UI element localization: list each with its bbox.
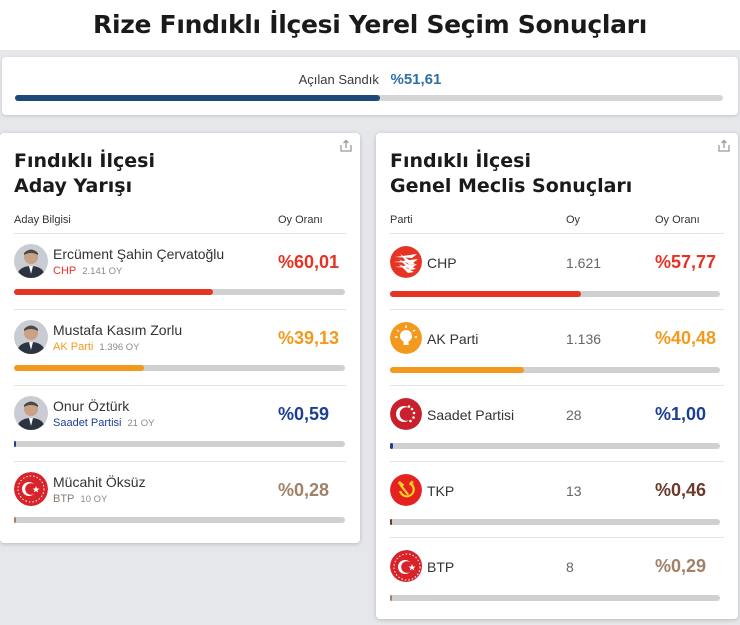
share-icon[interactable]	[716, 139, 732, 153]
party-votes: 1.136	[566, 331, 602, 347]
party-votes: 1.621	[566, 255, 602, 271]
candidate-name: Ercüment Şahin Çervatoğlu	[53, 246, 225, 262]
party-votes: 8	[566, 559, 574, 575]
candidate-sub: AK Parti 1.396 OY	[53, 341, 140, 353]
candidate-row: Ercüment Şahin Çervatoğlu CHP 2.141 OY %60,…	[0, 234, 360, 310]
party-name: Saadet Partisi	[427, 407, 515, 423]
candidate-sub: BTP 10 OY	[53, 493, 107, 505]
candidate-bar-track	[14, 289, 345, 295]
candidate-name: Mücahit Öksüz	[53, 474, 146, 490]
party-row: Saadet Partisi 28 %1,00	[376, 386, 738, 462]
party-row: TKP 13 %0,46	[376, 462, 738, 538]
party-row: CHP 1.621 %57,77	[376, 234, 738, 310]
candidate-bar-fill	[14, 517, 17, 523]
akparti-logo-icon	[390, 322, 422, 354]
candidate-sub: Saadet Partisi 21 OY	[53, 417, 154, 429]
party-name: BTP	[427, 559, 455, 575]
header-bar: Rize Fındıklı İlçesi Yerel Seçim Sonuçla…	[0, 0, 740, 50]
btp-logo-icon	[390, 550, 422, 582]
candidate-party: Saadet Partisi	[53, 417, 122, 429]
party-bar-fill	[390, 291, 581, 297]
candidate-percentage: %0,59	[278, 404, 330, 424]
party-bar-track	[390, 291, 720, 297]
candidate-name: Onur Öztürk	[53, 398, 130, 414]
col-header-votes: Oy	[566, 214, 581, 226]
party-name: TKP	[427, 483, 455, 499]
candidate-party: AK Parti	[53, 341, 94, 353]
party-percentage: %0,29	[655, 556, 707, 576]
saadet-logo-icon	[390, 398, 422, 430]
candidate-avatar	[14, 244, 48, 278]
candidate-bar-track	[14, 517, 345, 523]
tkp-logo-icon	[390, 474, 422, 506]
party-bar-fill	[390, 595, 393, 601]
candidate-percentage: %0,28	[278, 480, 330, 500]
candidate-party: CHP	[53, 265, 77, 277]
opened-label: Açılan Sandık	[298, 72, 379, 87]
opened-ballot-row: Açılan Sandık %51,61	[2, 71, 738, 88]
candidate-row: Onur Öztürk Saadet Partisi 21 OY %0,59	[0, 386, 360, 462]
party-bar-track	[390, 595, 720, 601]
party-bar-fill	[390, 443, 394, 449]
candidate-bar-track	[14, 441, 345, 447]
party-percentage: %0,46	[655, 480, 707, 500]
candidate-row: Mücahit Öksüz BTP 10 OY %0,28	[0, 462, 360, 538]
party-percentage: %57,77	[655, 252, 717, 272]
party-votes: 13	[566, 483, 582, 499]
candidate-votes: 2.141 OY	[82, 266, 123, 277]
council-card-title-line1: Fındıklı İlçesi	[390, 150, 531, 172]
party-name: CHP	[427, 255, 457, 271]
candidate-party: BTP	[53, 493, 75, 505]
party-votes: 28	[566, 407, 582, 423]
candidate-bar-track	[14, 365, 345, 371]
party-bar-track	[390, 519, 720, 525]
candidate-row: Mustafa Kasım Zorlu AK Parti 1.396 OY %39,1…	[0, 310, 360, 386]
council-results-card: Fındıklı İlçesi Genel Meclis Sonuçları P…	[376, 133, 738, 619]
candidate-card-title-line1: Fındıklı İlçesi	[14, 150, 155, 172]
party-percentage: %1,00	[655, 404, 707, 424]
candidate-bar-fill	[14, 441, 17, 447]
btp-logo-icon	[14, 472, 48, 506]
candidate-card-title: Fındıklı İlçesi Aday Yarışı	[14, 149, 155, 199]
candidate-race-card: Fındıklı İlçesi Aday Yarışı Aday Bilgisi…	[0, 133, 360, 543]
candidate-votes: 10 OY	[80, 494, 108, 505]
party-bar-fill	[390, 367, 524, 373]
col-header-party: Parti	[390, 214, 413, 226]
opened-progress-fill	[15, 95, 381, 101]
party-bar-fill	[390, 519, 393, 525]
col-header-candidate: Aday Bilgisi	[14, 214, 71, 226]
candidate-avatar	[14, 396, 48, 430]
party-bar-track	[390, 443, 720, 449]
party-percentage: %40,48	[655, 328, 717, 348]
candidate-bar-fill	[14, 365, 144, 371]
candidate-votes: 21 OY	[127, 418, 155, 429]
page-title: Rize Fındıklı İlçesi Yerel Seçim Sonuçla…	[93, 10, 647, 39]
candidate-bar-fill	[14, 289, 213, 295]
party-name: AK Parti	[427, 331, 479, 347]
candidate-votes: 1.396 OY	[99, 342, 140, 353]
share-icon[interactable]	[338, 139, 354, 153]
party-bar-track	[390, 367, 720, 373]
party-row: AK Parti 1.136 %40,48	[376, 310, 738, 386]
opened-ballot-box-panel: Açılan Sandık %51,61	[2, 57, 738, 115]
council-card-title: Fındıklı İlçesi Genel Meclis Sonuçları	[390, 149, 632, 199]
opened-progress-track	[15, 95, 723, 101]
col-header-rate: Oy Oranı	[278, 214, 323, 226]
candidate-sub: CHP 2.141 OY	[53, 265, 122, 277]
candidate-avatar	[14, 320, 48, 354]
chp-logo-icon	[390, 246, 422, 278]
candidate-card-title-line2: Aday Yarışı	[14, 175, 133, 197]
opened-value: %51,61	[390, 71, 442, 88]
council-card-title-line2: Genel Meclis Sonuçları	[390, 175, 633, 197]
candidate-percentage: %60,01	[278, 252, 340, 272]
party-row: BTP 8 %0,29	[376, 538, 738, 614]
col-header-rate: Oy Oranı	[655, 214, 700, 226]
candidate-percentage: %39,13	[278, 328, 340, 348]
candidate-name: Mustafa Kasım Zorlu	[53, 322, 183, 338]
